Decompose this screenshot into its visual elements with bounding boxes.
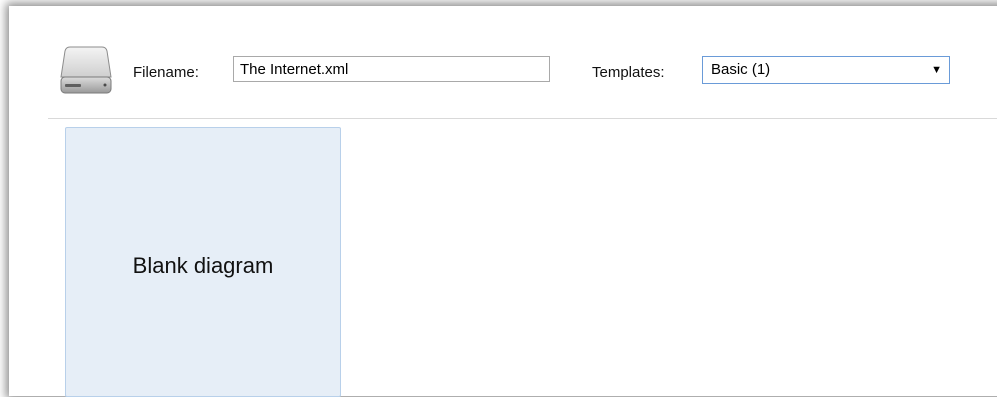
new-diagram-dialog: Filename: Templates: Basic (1) ▼ Blank d… [9, 6, 997, 397]
templates-label: Templates: [592, 64, 665, 81]
dropdown-arrow-icon: ▼ [931, 64, 942, 76]
template-tile-label: Blank diagram [132, 253, 274, 278]
disk-drive-icon [60, 46, 112, 94]
dialog-header: Filename: Templates: Basic (1) ▼ [9, 6, 997, 118]
header-divider [48, 118, 997, 119]
template-tile-blank-diagram[interactable]: Blank diagram [65, 127, 341, 397]
filename-label: Filename: [133, 64, 199, 81]
templates-selected-value: Basic (1) [711, 61, 771, 78]
filename-input[interactable] [233, 56, 550, 82]
templates-dropdown[interactable]: Basic (1) ▼ [702, 56, 950, 84]
